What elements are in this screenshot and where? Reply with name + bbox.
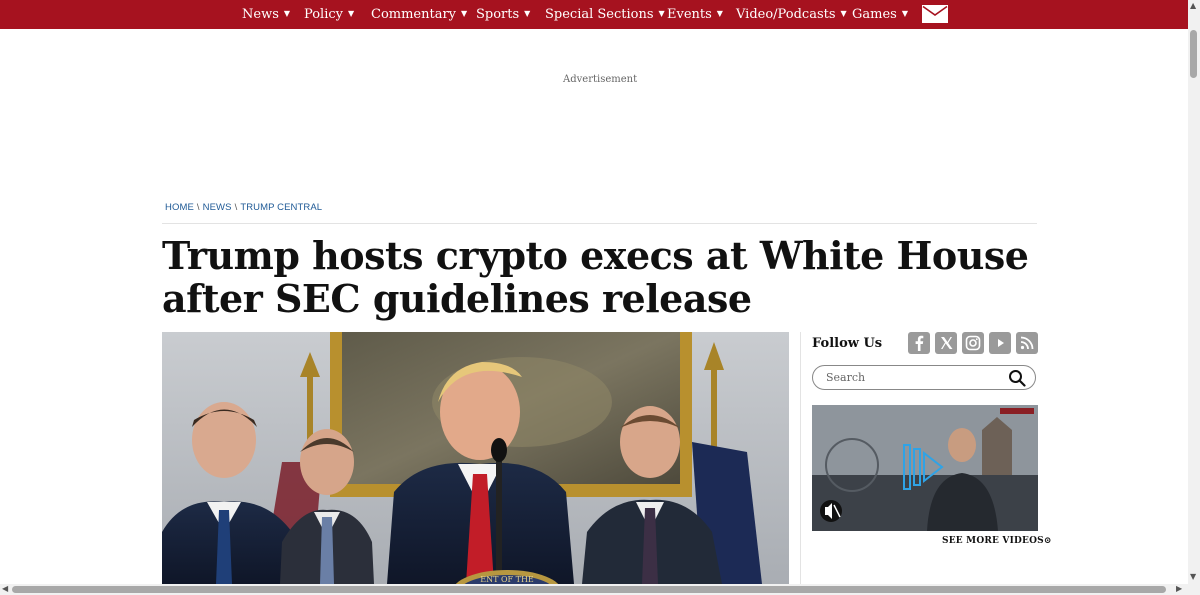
caret-down-icon: ▼	[283, 9, 291, 18]
nav-events[interactable]: Events ▼	[667, 7, 723, 22]
breadcrumb-separator: \	[234, 202, 238, 213]
vertical-scroll-thumb[interactable]	[1190, 30, 1197, 78]
video-thumbnail	[812, 405, 1038, 531]
scroll-up-arrow-icon[interactable]: ▲	[1190, 1, 1196, 10]
nav-news[interactable]: News ▼	[242, 7, 290, 22]
breadcrumb-news[interactable]: NEWS	[203, 202, 232, 213]
horizontal-scroll-thumb[interactable]	[12, 586, 1166, 593]
article-headline: Trump hosts crypto execs at White House …	[162, 233, 1029, 321]
breadcrumb-separator: \	[196, 202, 200, 213]
breadcrumb-divider	[162, 223, 1037, 224]
breadcrumb-trump-central[interactable]: TRUMP CENTRAL	[240, 202, 322, 213]
nav-video-podcasts[interactable]: Video/Podcasts ▼	[736, 7, 847, 22]
see-more-videos-link[interactable]: SEE MORE VIDEOS⊙	[942, 536, 1052, 546]
rss-icon[interactable]	[1016, 332, 1038, 354]
caret-down-icon: ▼	[716, 9, 723, 18]
circle-arrow-icon: ⊙	[1043, 536, 1052, 546]
caret-down-icon: ▼	[901, 9, 908, 18]
nav-commentary[interactable]: Commentary ▼	[371, 7, 467, 22]
nav-video-podcasts-label: Video/Podcasts	[736, 7, 836, 22]
search-box	[812, 365, 1036, 390]
vertical-scrollbar[interactable]: ▲ ▼	[1188, 0, 1200, 595]
nav-commentary-label: Commentary	[371, 7, 457, 22]
youtube-icon[interactable]	[989, 332, 1011, 354]
article-photo: ENT OF THE	[162, 332, 789, 584]
see-more-videos-label: SEE MORE VIDEOS	[942, 536, 1044, 546]
mute-icon[interactable]	[820, 500, 842, 522]
nav-special-sections-label: Special Sections	[545, 7, 654, 22]
breadcrumb: HOME \ NEWS \ TRUMP CENTRAL	[165, 202, 322, 213]
scroll-right-arrow-icon[interactable]: ▶	[1176, 584, 1182, 593]
envelope-icon[interactable]	[922, 5, 948, 23]
caret-down-icon: ▼	[348, 9, 355, 18]
breadcrumb-home[interactable]: HOME	[165, 202, 194, 213]
search-icon[interactable]	[1008, 369, 1026, 387]
nav-policy-label: Policy	[304, 7, 343, 22]
facebook-icon[interactable]	[908, 332, 930, 354]
nav-special-sections[interactable]: Special Sections ▼	[545, 7, 665, 22]
top-nav-bar: News ▼ Policy ▼ Commentary ▼ Sports ▼ Specia…	[0, 0, 1188, 29]
scroll-left-arrow-icon[interactable]: ◀	[2, 584, 8, 593]
nav-games-label: Games	[852, 7, 897, 22]
caret-down-icon: ▼	[524, 9, 531, 18]
caret-down-icon: ▼	[658, 9, 665, 18]
video-player[interactable]	[812, 405, 1038, 531]
caret-down-icon: ▼	[840, 9, 847, 18]
sidebar-divider	[800, 332, 801, 584]
caret-down-icon: ▼	[461, 9, 468, 18]
search-input[interactable]	[824, 370, 1008, 385]
scroll-down-arrow-icon[interactable]: ▼	[1190, 572, 1196, 581]
nav-events-label: Events	[667, 7, 712, 22]
nav-games[interactable]: Games ▼	[852, 7, 908, 22]
nav-sports[interactable]: Sports ▼	[476, 7, 530, 22]
horizontal-scrollbar[interactable]: ◀ ▶	[0, 584, 1188, 595]
nav-sports-label: Sports	[476, 7, 520, 22]
advertisement-label: Advertisement	[563, 74, 638, 85]
nav-policy[interactable]: Policy ▼	[304, 7, 354, 22]
podium-seal-text: ENT OF THE	[480, 575, 534, 584]
x-icon[interactable]	[935, 332, 957, 354]
nav-news-label: News	[242, 7, 279, 22]
article-photo-illustration: ENT OF THE	[162, 332, 789, 584]
instagram-icon[interactable]	[962, 332, 984, 354]
follow-us-label: Follow Us	[812, 336, 883, 351]
